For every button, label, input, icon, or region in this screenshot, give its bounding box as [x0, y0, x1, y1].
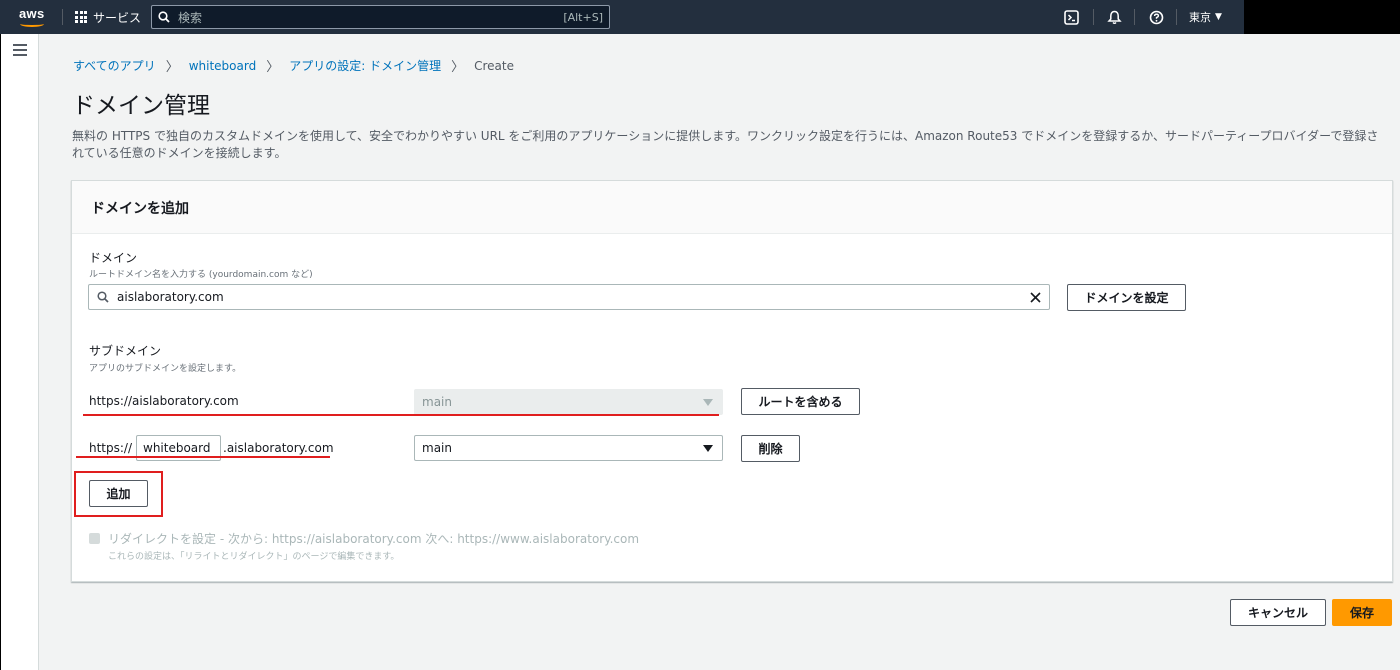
aws-smile-icon	[20, 21, 44, 27]
page-title: ドメイン管理	[72, 93, 210, 119]
aws-logo-text: aws	[19, 6, 45, 21]
hamburger-menu-icon[interactable]	[13, 44, 27, 56]
clear-icon[interactable]	[1030, 291, 1041, 303]
search-shortcut: [Alt+S]	[563, 10, 603, 24]
chevron-right-icon: 〉	[266, 60, 280, 75]
breadcrumb-link-app[interactable]: whiteboard	[189, 59, 257, 73]
caret-down-icon: ▼	[1215, 12, 1222, 22]
search-placeholder: 検索	[178, 10, 203, 25]
save-button[interactable]: 保存	[1332, 599, 1392, 626]
annotation-box	[74, 471, 163, 517]
root-url-text: https://aislaboratory.com	[89, 394, 239, 408]
divider	[1093, 9, 1094, 25]
branch-select-value: main	[422, 441, 452, 455]
cancel-button[interactable]: キャンセル	[1230, 599, 1326, 626]
account-menu-redacted[interactable]	[1244, 0, 1400, 34]
top-navigation: aws サービス 検索 [Alt+S] 東京 ▼	[0, 0, 1400, 34]
caret-down-icon	[703, 399, 713, 406]
services-label: サービス	[93, 10, 142, 25]
chevron-right-icon: 〉	[165, 60, 179, 75]
divider	[1134, 9, 1135, 25]
branch-select-value: main	[422, 395, 452, 409]
breadcrumb-link-all-apps[interactable]: すべてのアプリ	[73, 57, 156, 74]
services-menu-button[interactable]: サービス	[75, 0, 141, 34]
annotation-underline	[83, 414, 719, 416]
configure-domain-button[interactable]: ドメインを設定	[1067, 284, 1186, 311]
breadcrumb-link-domain-settings[interactable]: アプリの設定: ドメイン管理	[289, 57, 441, 74]
cloudshell-icon[interactable]	[1062, 8, 1080, 26]
aws-logo[interactable]: aws	[19, 6, 47, 28]
annotation-underline	[76, 456, 330, 458]
redirect-description: これらの設定は、「リライトとリダイレクト」のページで編集できます。	[108, 552, 400, 562]
redirect-checkbox[interactable]	[89, 533, 100, 544]
subdomain-description: アプリのサブドメインを設定します。	[89, 364, 242, 374]
breadcrumb: すべてのアプリ 〉 whiteboard 〉 アプリの設定: ドメイン管理 〉 …	[73, 56, 514, 76]
help-icon[interactable]	[1147, 8, 1165, 26]
subdomain-prefix: https://	[89, 441, 133, 455]
search-icon	[97, 291, 109, 303]
domain-input-value: aislaboratory.com	[117, 290, 224, 304]
subdomain-suffix: .aislaboratory.com	[223, 441, 334, 455]
side-navigation	[0, 34, 39, 670]
divider	[1176, 9, 1177, 25]
subdomain-input-value: whiteboard	[143, 441, 211, 455]
global-search-input[interactable]: 検索 [Alt+S]	[151, 5, 610, 29]
grid-icon	[75, 11, 87, 23]
divider	[62, 9, 63, 25]
region-label: 東京	[1189, 11, 1211, 24]
subdomain-label: サブドメイン	[89, 344, 162, 358]
domain-search-input[interactable]: aislaboratory.com	[88, 284, 1050, 310]
domain-description: ルートドメイン名を入力する (yourdomain.com など)	[89, 270, 313, 280]
add-domain-panel: ドメインを追加	[71, 180, 1393, 582]
panel-header: ドメインを追加	[72, 181, 1392, 234]
chevron-right-icon: 〉	[451, 60, 465, 75]
domain-label: ドメイン	[89, 251, 138, 265]
redirect-label: リダイレクトを設定 - 次から: https://aislaboratory.c…	[108, 532, 640, 546]
page-description: 無料の HTTPS で独自のカスタムドメインを使用して、安全でわかりやすい UR…	[72, 129, 1379, 160]
branch-select-subdomain[interactable]: main	[414, 435, 723, 461]
bell-icon[interactable]	[1105, 8, 1123, 26]
caret-down-icon	[703, 445, 713, 452]
search-icon	[158, 11, 170, 23]
window-edge	[0, 34, 1, 670]
include-root-button[interactable]: ルートを含める	[741, 388, 860, 415]
breadcrumb-current: Create	[474, 58, 514, 73]
region-selector[interactable]: 東京 ▼	[1189, 0, 1222, 34]
panel-title: ドメインを追加	[91, 201, 189, 217]
branch-select-root: main	[414, 389, 723, 415]
remove-subdomain-button[interactable]: 削除	[741, 435, 800, 462]
